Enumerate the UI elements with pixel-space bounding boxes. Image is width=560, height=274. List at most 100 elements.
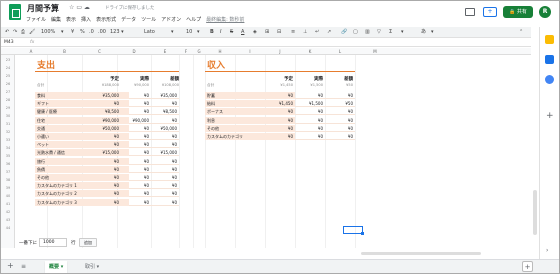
- row-header[interactable]: 30: [1, 114, 15, 118]
- menu-data[interactable]: データ: [121, 16, 136, 23]
- currency-format-button[interactable]: ¥: [71, 28, 74, 37]
- paint-format-icon[interactable]: 🖌: [29, 28, 35, 37]
- row-header[interactable]: 23: [1, 58, 15, 62]
- row-header[interactable]: 37: [1, 170, 15, 174]
- menu-tools[interactable]: ツール: [141, 16, 156, 23]
- table-row[interactable]: 健康 / 医療 ¥8,500 ¥0 ¥8,500: [35, 108, 179, 116]
- table-row[interactable]: 小遣い ¥0 ¥0 ¥0: [35, 133, 179, 141]
- column-header[interactable]: C: [82, 48, 117, 55]
- bold-button[interactable]: B: [210, 28, 214, 37]
- table-row[interactable]: 負債 ¥0 ¥0 ¥0: [35, 165, 179, 173]
- row-header[interactable]: 39: [1, 186, 15, 190]
- wrap-icon[interactable]: ↵: [315, 28, 319, 37]
- add-sheet-icon[interactable]: +: [7, 261, 14, 270]
- fill-color-icon[interactable]: ◈: [253, 28, 257, 37]
- chevron-down-icon[interactable]: ▾: [401, 28, 404, 37]
- table-row[interactable]: 住宅 ¥90,000 ¥90,000 ¥0: [35, 116, 179, 124]
- explore-icon[interactable]: +: [522, 261, 533, 272]
- comment-icon[interactable]: ▢: [353, 28, 358, 37]
- row-header[interactable]: 27: [1, 90, 15, 94]
- name-box[interactable]: M43: [4, 39, 14, 47]
- all-sheets-icon[interactable]: ≡: [21, 263, 26, 270]
- save-status[interactable]: ドライブに保存しました: [105, 5, 155, 11]
- column-header[interactable]: A: [15, 48, 47, 55]
- row-header[interactable]: 36: [1, 162, 15, 166]
- row-header[interactable]: 28: [1, 98, 15, 102]
- star-icon[interactable]: ☆: [69, 4, 74, 11]
- table-row[interactable]: 利息 ¥0 ¥0 ¥0: [205, 116, 355, 124]
- chevron-down-icon[interactable]: ▾: [61, 28, 64, 37]
- strikethrough-button[interactable]: S: [230, 28, 233, 37]
- table-row[interactable]: その他 ¥0 ¥0 ¥0: [205, 124, 355, 132]
- table-row[interactable]: 光熱水費 / 通信 ¥15,000 ¥0 ¥15,000: [35, 149, 179, 157]
- sheet-tab-overview[interactable]: 概要 ▾: [45, 261, 68, 273]
- row-header[interactable]: 26: [1, 82, 15, 86]
- table-row[interactable]: 食料 ¥35,000 ¥0 ¥35,000: [35, 92, 179, 100]
- row-header[interactable]: 24: [1, 66, 15, 70]
- vertical-align-icon[interactable]: ⊥: [303, 28, 307, 37]
- row-header[interactable]: 32: [1, 130, 15, 134]
- document-title[interactable]: 月間予算: [27, 3, 59, 14]
- row-header[interactable]: 35: [1, 154, 15, 158]
- table-row[interactable]: 交通 ¥50,000 ¥0 ¥50,000: [35, 124, 179, 132]
- column-header[interactable]: K: [295, 48, 325, 55]
- add-rows-button[interactable]: 追加: [79, 238, 97, 247]
- table-row[interactable]: ボーナス ¥0 ¥0 ¥0: [205, 108, 355, 116]
- functions-icon[interactable]: Σ: [389, 28, 392, 37]
- column-header[interactable]: D: [117, 48, 151, 55]
- table-row[interactable]: カスタムのカテゴリ ¥0 ¥0 ¥0: [205, 133, 355, 141]
- chevron-down-icon[interactable]: ▾: [431, 28, 434, 37]
- column-header[interactable]: M: [355, 48, 395, 55]
- sheet-tab-transactions[interactable]: 取引 ▾: [81, 261, 103, 273]
- row-header[interactable]: 40: [1, 194, 15, 198]
- comment-history-icon[interactable]: [465, 8, 475, 16]
- column-header[interactable]: H: [205, 48, 235, 55]
- link-icon[interactable]: 🔗: [341, 28, 347, 37]
- menu-addons[interactable]: アドオン: [161, 16, 181, 23]
- add-rows-count-input[interactable]: 1000: [39, 238, 67, 247]
- row-header[interactable]: 25: [1, 74, 15, 78]
- column-header[interactable]: B: [47, 48, 82, 55]
- decrease-decimals-button[interactable]: .0: [89, 28, 94, 37]
- menu-edit[interactable]: 編集: [51, 16, 61, 23]
- table-row[interactable]: カスタムのカテゴリ 2 ¥0 ¥0 ¥0: [35, 190, 179, 198]
- tasks-icon[interactable]: [545, 55, 554, 64]
- borders-icon[interactable]: ⊞: [265, 28, 269, 37]
- menu-insert[interactable]: 挿入: [81, 16, 91, 23]
- horizontal-scrollbar[interactable]: [361, 251, 531, 256]
- get-addons-icon[interactable]: +: [546, 111, 554, 121]
- print-icon[interactable]: ⎙: [21, 28, 25, 37]
- more-formats-button[interactable]: 123 ▾: [110, 28, 124, 37]
- menu-format[interactable]: 表示形式: [96, 16, 116, 23]
- increase-decimals-button[interactable]: .00: [98, 28, 106, 37]
- calendar-icon[interactable]: [545, 75, 554, 84]
- selected-cell[interactable]: [343, 226, 364, 235]
- row-header[interactable]: 44: [1, 226, 15, 230]
- merge-cells-icon[interactable]: ⊟: [277, 28, 281, 37]
- move-folder-icon[interactable]: ▭: [76, 4, 82, 11]
- row-header[interactable]: 33: [1, 138, 15, 142]
- collapse-toolbar-icon[interactable]: ⌃: [519, 28, 523, 37]
- chart-icon[interactable]: ▥: [365, 28, 370, 37]
- column-header[interactable]: I: [235, 48, 265, 55]
- redo-icon[interactable]: ↷: [13, 28, 17, 37]
- rotate-text-icon[interactable]: ↗: [327, 28, 331, 37]
- menu-file[interactable]: ファイル: [26, 16, 46, 23]
- sheets-logo-icon[interactable]: [9, 4, 21, 20]
- cell-area[interactable]: 支出 予定 実際 差額 合計 ¥188,000 ¥90,000 ¥108,000…: [15, 55, 531, 248]
- last-edit-link[interactable]: 最終編集: 数秒前: [206, 16, 244, 23]
- input-tools-button[interactable]: あ: [421, 28, 426, 37]
- undo-icon[interactable]: ↶: [5, 28, 9, 37]
- chevron-right-icon[interactable]: ›: [546, 247, 548, 254]
- font-select[interactable]: Lato: [144, 28, 155, 37]
- column-header[interactable]: L: [325, 48, 355, 55]
- row-header[interactable]: 43: [1, 218, 15, 222]
- row-header[interactable]: 31: [1, 122, 15, 126]
- vertical-scrollbar[interactable]: [532, 55, 538, 235]
- row-header[interactable]: 29: [1, 106, 15, 110]
- spreadsheet-grid[interactable]: A B C D E F G H I J K L M 23 24 25 26 27…: [1, 48, 531, 248]
- table-row[interactable]: その他 ¥0 ¥0 ¥0: [35, 174, 179, 182]
- table-row[interactable]: 給料 ¥1,450 ¥1,500 ¥50: [205, 100, 355, 108]
- table-row[interactable]: 旅行 ¥0 ¥0 ¥0: [35, 157, 179, 165]
- align-left-icon[interactable]: ≡: [291, 28, 295, 37]
